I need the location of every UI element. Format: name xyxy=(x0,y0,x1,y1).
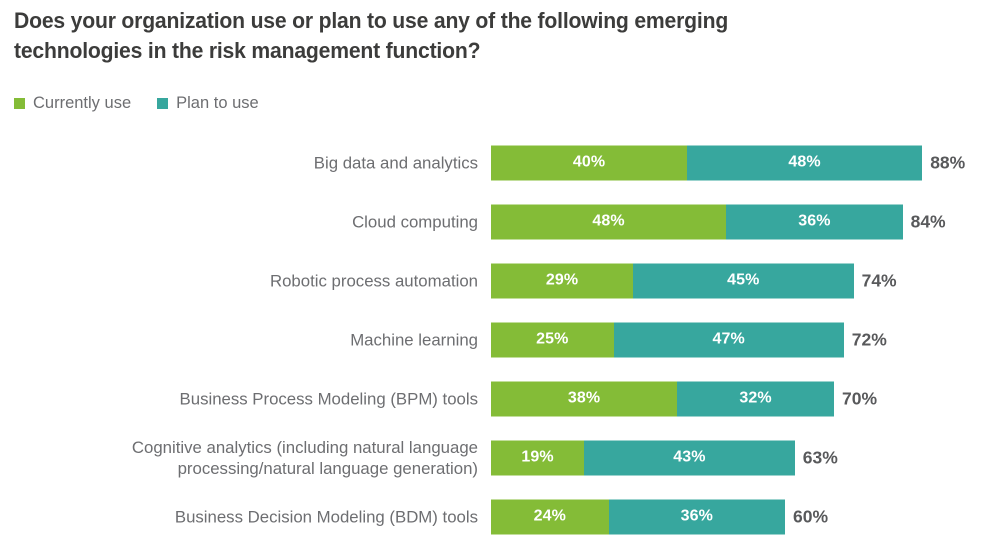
bar-segment-value: 29% xyxy=(545,271,579,289)
bar-segment-currently-use[interactable]: 24% xyxy=(491,499,609,534)
stacked-bar[interactable]: 29% 45% xyxy=(491,263,854,298)
category-label: Big data and analytics xyxy=(313,153,478,172)
stacked-bar[interactable]: 40% 48% xyxy=(491,145,923,180)
category-label: Cloud computing xyxy=(352,212,478,231)
chart-row: Cognitive analytics (including natural l… xyxy=(0,428,984,487)
bar-segment-value: 48% xyxy=(592,212,625,230)
stacked-bar[interactable]: 38% 32% xyxy=(491,381,834,416)
category-label: Business Decision Modeling (BDM) tools xyxy=(174,507,478,526)
chart-row: Robotic process automation 29% 45% 74% xyxy=(0,251,984,310)
bar-segment-currently-use[interactable]: 25% xyxy=(491,322,614,357)
bar-segment-plan-to-use[interactable]: 45% xyxy=(633,263,854,298)
bar-segment-value: 48% xyxy=(788,153,821,171)
bar-segment-value: 47% xyxy=(712,330,745,348)
stacked-bar[interactable]: 24% 36% xyxy=(491,499,785,534)
category-label: Cognitive analytics (including natural l… xyxy=(131,437,478,478)
row-total-label: 70% xyxy=(842,388,878,408)
bar-segment-value: 38% xyxy=(567,389,601,407)
stacked-bar[interactable]: 19% 43% xyxy=(491,440,795,475)
bar-segment-value: 36% xyxy=(680,507,713,525)
bar-segment-value: 43% xyxy=(673,448,706,466)
bar-segment-plan-to-use[interactable]: 48% xyxy=(687,145,923,180)
square-swatch-icon xyxy=(157,97,169,109)
chart-row: Big data and analytics 40% 48% 88% xyxy=(0,133,984,192)
bar-segment-value: 40% xyxy=(572,153,606,171)
bar-segment-value: 32% xyxy=(739,389,772,407)
bar-segment-currently-use[interactable]: 19% xyxy=(491,440,585,475)
row-total-label: 72% xyxy=(851,329,887,349)
stacked-bar[interactable]: 48% 36% xyxy=(491,204,903,239)
row-total-label: 60% xyxy=(793,506,829,526)
category-label: Robotic process automation xyxy=(269,271,478,290)
stacked-bar-chart: Big data and analytics 40% 48% 88% Cloud com… xyxy=(0,133,984,546)
stacked-bar[interactable]: 25% 47% xyxy=(491,322,844,357)
bar-segment-currently-use[interactable]: 38% xyxy=(491,381,678,416)
bar-segment-plan-to-use[interactable]: 32% xyxy=(677,381,834,416)
bar-segment-value: 36% xyxy=(798,212,831,230)
row-total-label: 84% xyxy=(910,211,946,231)
category-label: Business Process Modeling (BPM) tools xyxy=(179,389,478,408)
bar-segment-plan-to-use[interactable]: 36% xyxy=(726,204,903,239)
chart-row: Business Decision Modeling (BDM) tools 24… xyxy=(0,487,984,546)
square-swatch-icon xyxy=(14,97,25,109)
category-label: Machine learning xyxy=(350,330,478,349)
chart-row: Business Process Modeling (BPM) tools 38%… xyxy=(0,369,984,428)
bar-segment-value: 45% xyxy=(727,271,760,289)
bar-segment-plan-to-use[interactable]: 43% xyxy=(584,440,795,475)
bar-segment-currently-use[interactable]: 40% xyxy=(491,145,687,180)
bar-segment-plan-to-use[interactable]: 47% xyxy=(613,322,844,357)
page-title: Does your organization use or plan to us… xyxy=(14,8,729,63)
bar-segment-value: 25% xyxy=(536,330,569,348)
chart-row: Machine learning 25% 47% 72% xyxy=(0,310,984,369)
row-total-label: 63% xyxy=(802,447,838,467)
bar-segment-plan-to-use[interactable]: 36% xyxy=(608,499,785,534)
legend-label-currently-use: Currently use xyxy=(33,94,132,112)
chart-row: Cloud computing 48% 36% 84% xyxy=(0,192,984,251)
legend-item-currently-use[interactable]: Currently use xyxy=(14,94,131,112)
legend-item-plan-to-use[interactable]: Plan to use xyxy=(157,94,259,112)
chart-legend: Currently use Plan to use xyxy=(14,94,259,112)
bar-segment-currently-use[interactable]: 29% xyxy=(491,263,634,298)
bar-segment-currently-use[interactable]: 48% xyxy=(491,204,727,239)
bar-segment-value: 24% xyxy=(533,507,566,525)
row-total-label: 88% xyxy=(930,152,966,172)
bar-segment-value: 19% xyxy=(521,448,554,466)
legend-label-plan-to-use: Plan to use xyxy=(176,94,259,112)
row-total-label: 74% xyxy=(861,270,897,290)
